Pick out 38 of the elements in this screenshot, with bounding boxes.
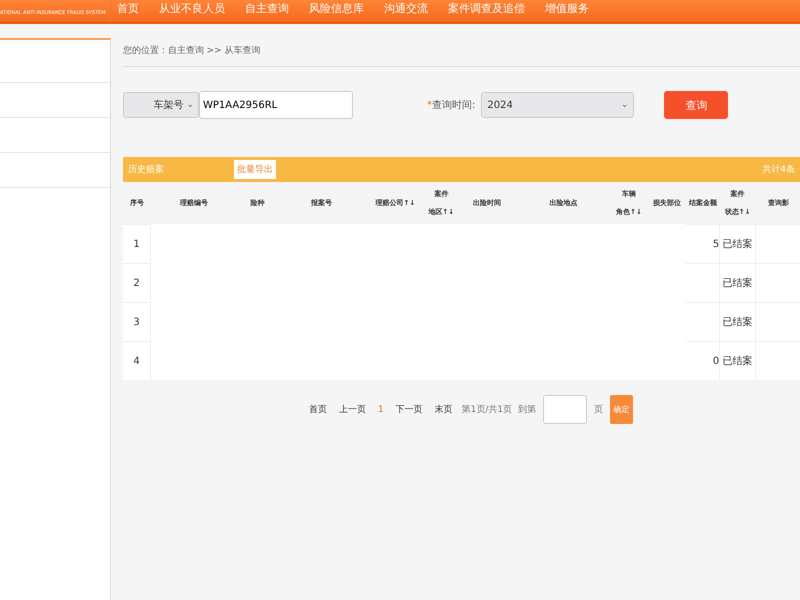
- export-button[interactable]: 批量导出: [234, 160, 276, 179]
- vin-input-field[interactable]: WP1AA2956RL: [199, 91, 353, 119]
- page-input-field[interactable]: [543, 395, 588, 424]
- page-number[interactable]: 1: [378, 404, 384, 414]
- nav-link[interactable]: 自主查询: [245, 0, 289, 16]
- last-page-link[interactable]: 末页: [434, 403, 453, 416]
- nav-link[interactable]: 风险信息库: [309, 0, 364, 16]
- table-cell: 3: [123, 302, 151, 342]
- table-cell: 已结案: [720, 302, 756, 342]
- table-cell: 已结案: [720, 224, 756, 264]
- goto-label: 到第: [518, 404, 536, 416]
- nav-link[interactable]: 从业不良人员: [159, 0, 225, 16]
- year-select[interactable]: 2024 ⌄: [481, 92, 634, 118]
- prev-page-link[interactable]: 上一页: [338, 403, 366, 416]
- nav-link[interactable]: 增值服务: [545, 0, 589, 16]
- table-cell: 2: [123, 264, 151, 302]
- type-select[interactable]: 车架号 ⌄: [123, 92, 199, 118]
- chevron-icon: ⌄: [620, 100, 628, 110]
- query-button[interactable]: 查询: [664, 91, 728, 119]
- table-cell: 5: [686, 224, 720, 264]
- page-unit: 页: [594, 404, 604, 416]
- table-cell: 4: [123, 342, 151, 380]
- total-count: 共计4条: [762, 164, 795, 176]
- table-cell: 0: [686, 342, 720, 380]
- first-page-link[interactable]: 首页: [308, 403, 327, 416]
- table-cell: 1: [123, 224, 151, 264]
- confirm-button[interactable]: 确定: [610, 395, 634, 424]
- panel-title: 历史赔案: [127, 163, 165, 176]
- breadcrumb: 您的位置 : 自主查询 >> 从车查询: [123, 44, 800, 67]
- chevron-icon: ⌄: [186, 100, 194, 110]
- time-label: *查询时间:: [427, 98, 476, 112]
- page-info: 第1页/共1页: [462, 404, 512, 416]
- nav-link[interactable]: 沟通交流: [384, 0, 428, 16]
- table-cell: 已结案: [720, 342, 756, 380]
- table-cell: 已结案: [720, 264, 756, 302]
- next-page-link[interactable]: 下一页: [396, 403, 423, 416]
- nav-link[interactable]: 案件调查及追偿: [448, 0, 525, 16]
- nav-link[interactable]: 首页: [117, 0, 139, 16]
